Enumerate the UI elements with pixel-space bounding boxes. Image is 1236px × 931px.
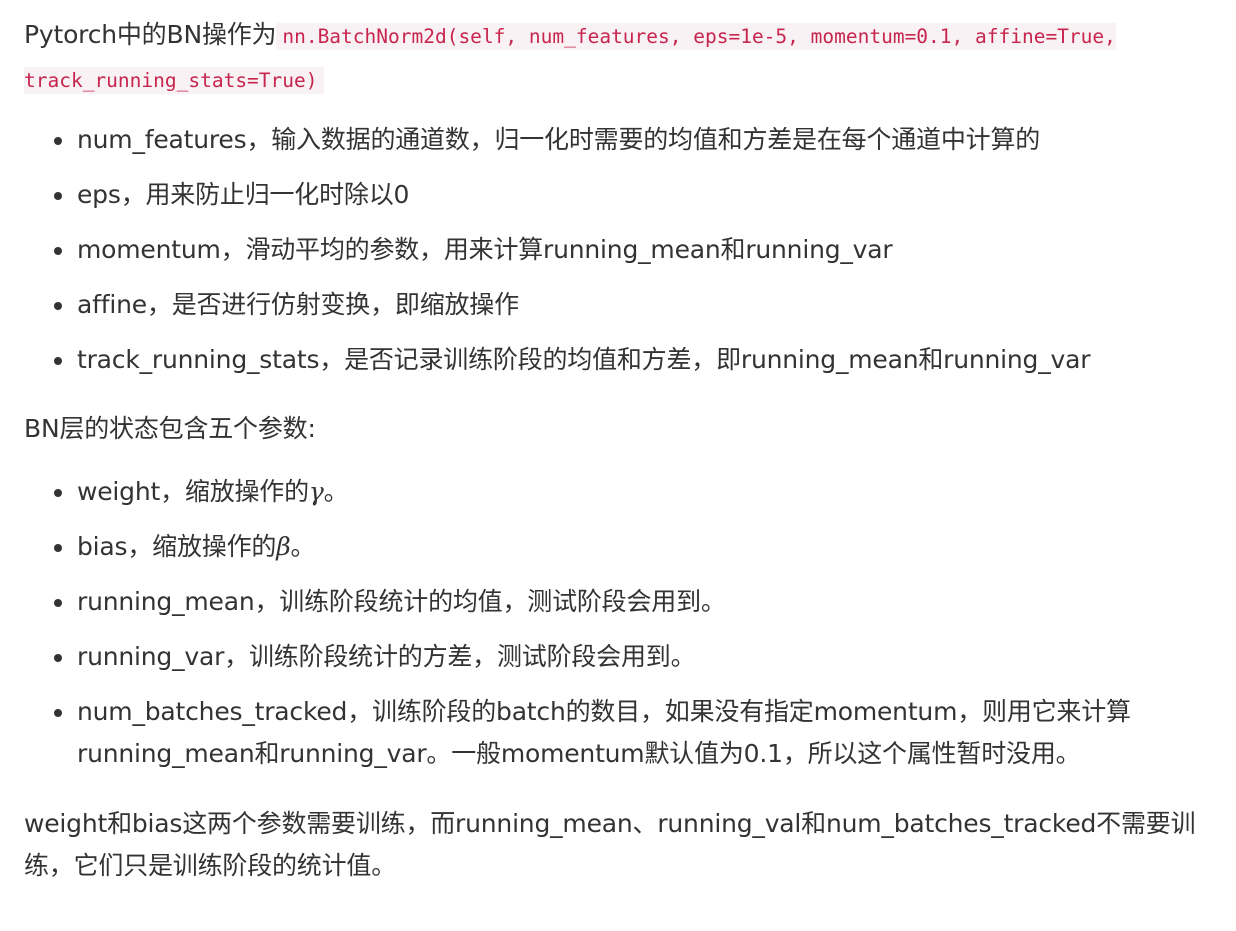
bullet-icon bbox=[54, 137, 62, 145]
param-name: track_running_stats bbox=[77, 345, 320, 374]
state-name: weight bbox=[77, 477, 161, 506]
bullet-icon bbox=[54, 302, 62, 310]
bullet-icon bbox=[54, 599, 62, 607]
param-desc: ，滑动平均的参数，用来计算running_mean和running_var bbox=[220, 235, 893, 264]
bullet-icon bbox=[54, 192, 62, 200]
list-item: running_mean，训练阶段统计的均值，测试阶段会用到。 bbox=[24, 581, 1204, 623]
parameter-list: num_features，输入数据的通道数，归一化时需要的均值和方差是在每个通道… bbox=[24, 119, 1204, 381]
state-desc: ，缩放操作的 bbox=[127, 532, 277, 561]
state-name: num_batches_tracked bbox=[77, 697, 348, 726]
state-name: running_mean bbox=[77, 587, 255, 616]
list-item: affine，是否进行仿射变换，即缩放操作 bbox=[24, 284, 1204, 326]
bullet-icon bbox=[54, 357, 62, 365]
param-desc: ，是否记录训练阶段的均值和方差，即running_mean和running_va… bbox=[319, 345, 1091, 374]
bullet-icon bbox=[54, 489, 62, 497]
list-item: running_var，训练阶段统计的方差，测试阶段会用到。 bbox=[24, 636, 1204, 678]
state-name: bias bbox=[77, 532, 128, 561]
param-desc: ，是否进行仿射变换，即缩放操作 bbox=[146, 290, 519, 319]
param-name: affine bbox=[77, 290, 147, 319]
list-item: track_running_stats，是否记录训练阶段的均值和方差，即runn… bbox=[24, 339, 1204, 381]
param-name: momentum bbox=[77, 235, 221, 264]
state-intro-paragraph: BN层的状态包含五个参数: bbox=[24, 414, 316, 443]
param-desc: ，用来防止归一化时除以0 bbox=[120, 180, 410, 209]
bullet-icon bbox=[54, 247, 62, 255]
param-name: eps bbox=[77, 180, 121, 209]
list-item: momentum，滑动平均的参数，用来计算running_mean和runnin… bbox=[24, 229, 1204, 271]
state-desc: ，缩放操作的 bbox=[160, 477, 309, 506]
param-name: num_features bbox=[77, 125, 247, 154]
bullet-icon bbox=[54, 544, 62, 552]
param-desc: ，输入数据的通道数，归一化时需要的均值和方差是在每个通道中计算的 bbox=[246, 125, 1041, 154]
beta-symbol: β bbox=[276, 532, 291, 561]
list-item: weight，缩放操作的γ。 bbox=[24, 471, 1204, 513]
list-item: bias，缩放操作的β。 bbox=[24, 526, 1204, 568]
intro-text: Pytorch中的BN操作为 bbox=[24, 20, 277, 49]
article-content: Pytorch中的BN操作为 nn.BatchNorm2d(self, num_f… bbox=[24, 14, 1204, 887]
list-item: num_features，输入数据的通道数，归一化时需要的均值和方差是在每个通道… bbox=[24, 119, 1204, 161]
list-item: num_batches_tracked，训练阶段的batch的数目，如果没有指定… bbox=[24, 691, 1204, 775]
bullet-icon bbox=[54, 709, 62, 717]
state-desc: ，训练阶段统计的均值，测试阶段会用到。 bbox=[254, 587, 726, 616]
state-list: weight，缩放操作的γ。 bias，缩放操作的β。 running_mean… bbox=[24, 471, 1204, 775]
summary-paragraph: weight和bias这两个参数需要训练，而running_mean、runni… bbox=[24, 809, 1196, 880]
gamma-symbol: γ bbox=[308, 477, 324, 506]
state-suffix: 。 bbox=[290, 532, 316, 561]
intro-paragraph: Pytorch中的BN操作为 nn.BatchNorm2d(self, num_f… bbox=[24, 14, 1204, 102]
state-suffix: 。 bbox=[323, 477, 349, 506]
state-name: running_var bbox=[77, 642, 225, 671]
list-item: eps，用来防止归一化时除以0 bbox=[24, 174, 1204, 216]
bullet-icon bbox=[54, 654, 62, 662]
state-desc: ，训练阶段统计的方差，测试阶段会用到。 bbox=[224, 642, 696, 671]
